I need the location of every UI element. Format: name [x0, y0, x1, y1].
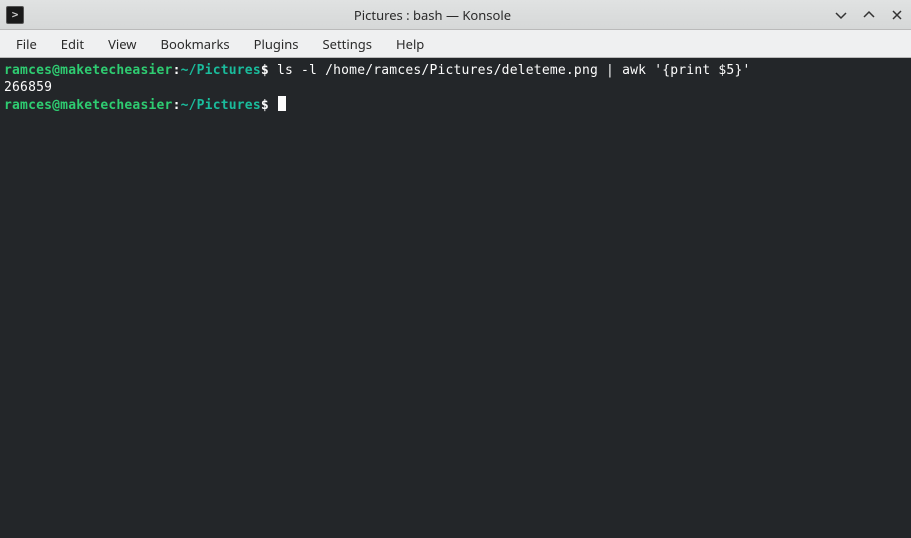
- prompt-path: ~/Pictures: [181, 98, 261, 113]
- prompt-separator: :: [173, 98, 181, 113]
- menu-settings[interactable]: Settings: [311, 31, 384, 57]
- prompt-path: ~/Pictures: [181, 63, 261, 78]
- app-icon: >: [6, 6, 24, 24]
- menubar: File Edit View Bookmarks Plugins Setting…: [0, 30, 911, 58]
- prompt-symbol: $: [261, 63, 269, 78]
- command-text: [269, 98, 277, 113]
- prompt-user: ramces@maketecheasier: [4, 98, 173, 113]
- menu-edit[interactable]: Edit: [49, 31, 96, 57]
- app-icon-glyph: >: [12, 9, 19, 20]
- titlebar: > Pictures : bash — Konsole: [0, 0, 911, 30]
- menu-bookmarks[interactable]: Bookmarks: [149, 31, 242, 57]
- cursor-icon: [278, 96, 286, 111]
- prompt-separator: :: [173, 63, 181, 78]
- terminal-viewport[interactable]: ramces@maketecheasier:~/Pictures$ ls -l …: [0, 58, 911, 538]
- menu-file[interactable]: File: [4, 31, 49, 57]
- menu-view[interactable]: View: [96, 31, 148, 57]
- maximize-button[interactable]: [861, 7, 877, 23]
- output-text: 266859: [4, 80, 52, 95]
- terminal-line: ramces@maketecheasier:~/Pictures$: [4, 96, 907, 114]
- konsole-window: > Pictures : bash — Konsole File Edit Vi…: [0, 0, 911, 538]
- minimize-button[interactable]: [833, 7, 849, 23]
- close-button[interactable]: [889, 7, 905, 23]
- prompt-symbol: $: [261, 98, 269, 113]
- window-title: Pictures : bash — Konsole: [32, 6, 833, 24]
- prompt-user: ramces@maketecheasier: [4, 63, 173, 78]
- terminal-line: 266859: [4, 79, 907, 96]
- window-controls: [833, 7, 905, 23]
- menu-plugins[interactable]: Plugins: [242, 31, 311, 57]
- command-text: [269, 63, 277, 78]
- command-text: ls -l /home/ramces/Pictures/deleteme.png…: [277, 63, 751, 78]
- menu-help[interactable]: Help: [384, 31, 436, 57]
- terminal-line: ramces@maketecheasier:~/Pictures$ ls -l …: [4, 62, 907, 79]
